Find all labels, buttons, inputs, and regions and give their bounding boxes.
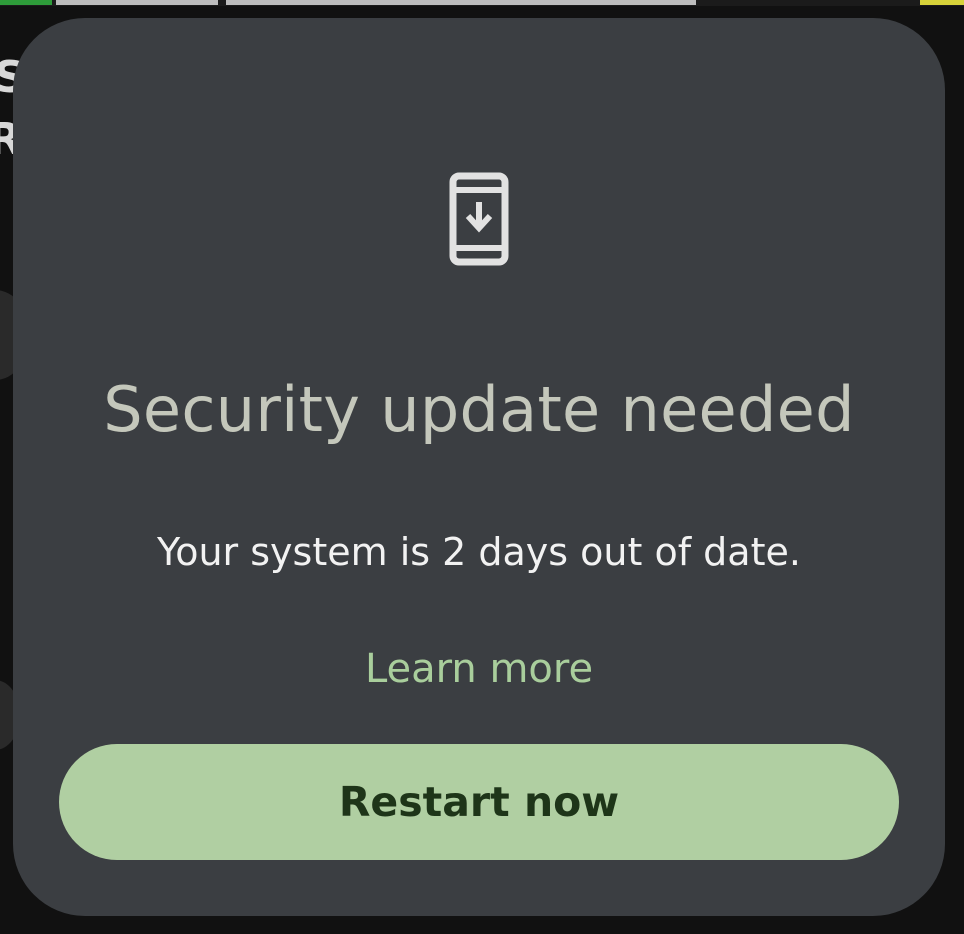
dialog-title: Security update needed xyxy=(103,373,855,446)
phone-download-icon xyxy=(449,172,509,266)
status-segment xyxy=(920,0,964,5)
dialog-message: Your system is 2 days out of date. xyxy=(157,530,801,574)
status-segment xyxy=(56,0,218,5)
status-segment xyxy=(0,0,52,5)
learn-more-link[interactable]: Learn more xyxy=(13,646,945,692)
restart-now-button[interactable]: Restart now xyxy=(59,744,899,860)
status-bar xyxy=(0,0,964,6)
status-segment xyxy=(226,0,696,5)
security-update-dialog: Security update needed Your system is 2 … xyxy=(13,18,945,916)
